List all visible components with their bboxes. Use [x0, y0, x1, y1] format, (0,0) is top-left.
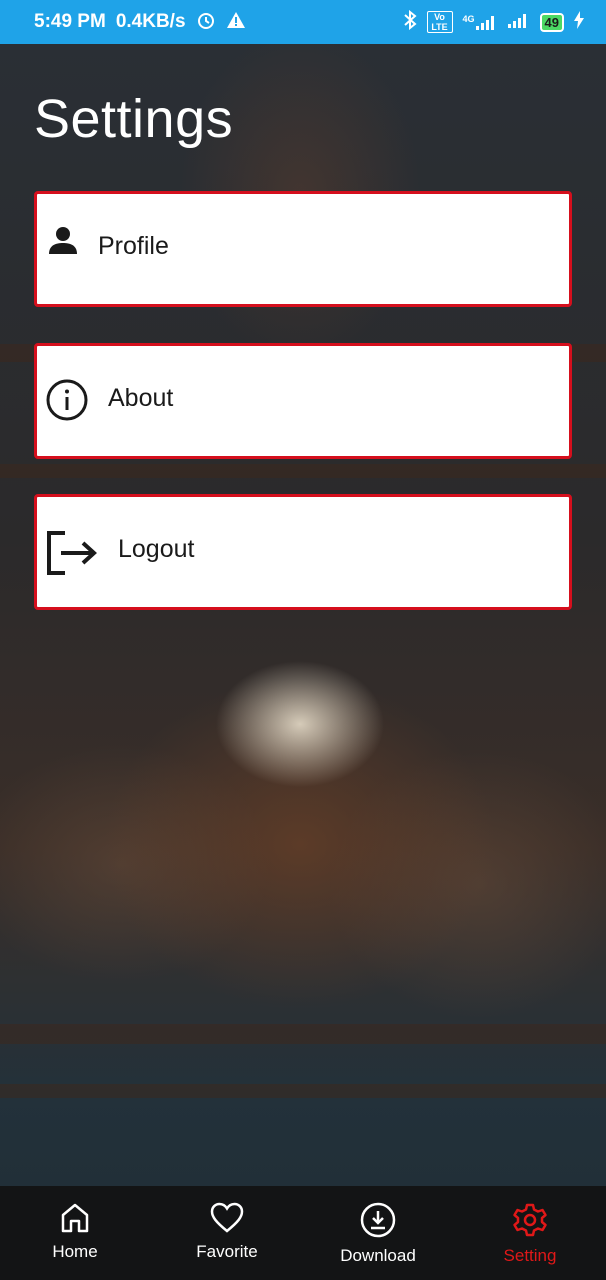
signal-4g-label: 4G: [462, 14, 475, 24]
logout-icon: [45, 529, 97, 577]
charging-icon: [574, 10, 584, 34]
heart-icon: [210, 1202, 244, 1233]
warning-icon: [226, 10, 246, 35]
network-speed: 0.4KB/s: [115, 11, 186, 32]
signal-icon: [507, 12, 530, 33]
about-menu-item[interactable]: About: [34, 343, 572, 459]
nav-favorite-label: Favorite: [196, 1242, 258, 1261]
logout-label: Logout: [118, 535, 195, 563]
alarm-icon: [196, 10, 216, 35]
nav-setting-label: Setting: [503, 1246, 557, 1265]
person-icon: [47, 224, 79, 256]
bluetooth-icon: [403, 9, 417, 35]
nav-home[interactable]: Home: [15, 1186, 135, 1280]
signal-4g-icon: 4G: [463, 14, 498, 30]
nav-favorite[interactable]: Favorite: [167, 1186, 287, 1280]
profile-menu-item[interactable]: Profile: [34, 191, 572, 307]
logout-menu-item[interactable]: Logout: [34, 494, 572, 610]
about-label: About: [108, 384, 174, 412]
profile-label: Profile: [98, 232, 169, 260]
nav-home-label: Home: [52, 1242, 98, 1261]
gear-icon: [513, 1203, 547, 1237]
nav-download[interactable]: Download: [318, 1186, 438, 1280]
volte-badge: Vo LTE: [426, 11, 453, 33]
status-bar: 5:49 PM 0.4KB/s Vo LTE 4G 49: [0, 0, 606, 44]
battery-indicator: 49: [539, 12, 564, 32]
nav-download-label: Download: [340, 1246, 416, 1265]
home-icon: [61, 1203, 89, 1233]
bottom-navigation: Home Favorite Download Setting: [0, 1186, 606, 1280]
status-time: 5:49 PM: [34, 11, 106, 32]
page-title: Settings: [34, 89, 234, 149]
nav-setting[interactable]: Setting: [470, 1186, 590, 1280]
download-icon: [360, 1202, 396, 1238]
info-icon: [45, 378, 89, 422]
